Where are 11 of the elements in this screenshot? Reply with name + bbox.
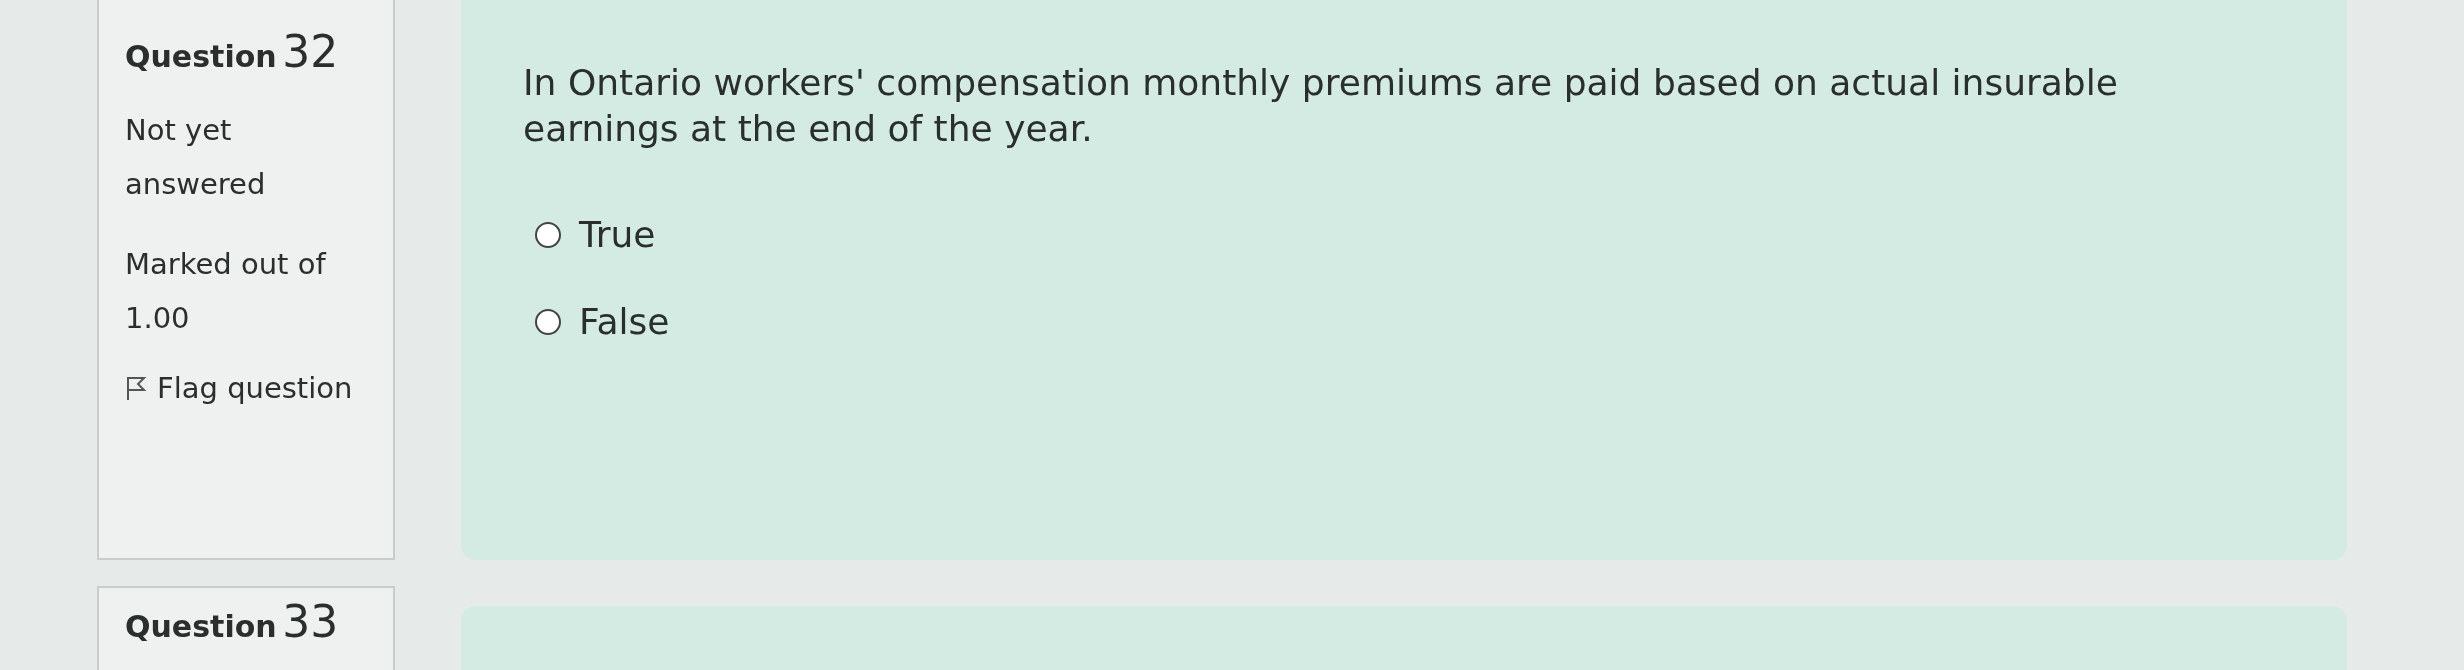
radio-button[interactable] — [535, 221, 561, 248]
question-marks: Marked out of 1.00 — [125, 246, 328, 337]
answer-option[interactable]: True — [535, 214, 2287, 255]
question-text: In Ontario workers' compensation monthly premiums are paid based on actual insurable earnings at the end of the year. — [523, 61, 2119, 151]
question-number: Question 32 — [125, 26, 340, 77]
question-state: Not yet answered — [125, 112, 267, 203]
answer-option[interactable]: False — [535, 301, 2287, 342]
question-number: Question 33 — [125, 596, 340, 647]
flag-icon — [125, 375, 147, 401]
flag-question-link[interactable]: Flag question — [125, 371, 371, 405]
radio-button[interactable] — [535, 308, 561, 335]
